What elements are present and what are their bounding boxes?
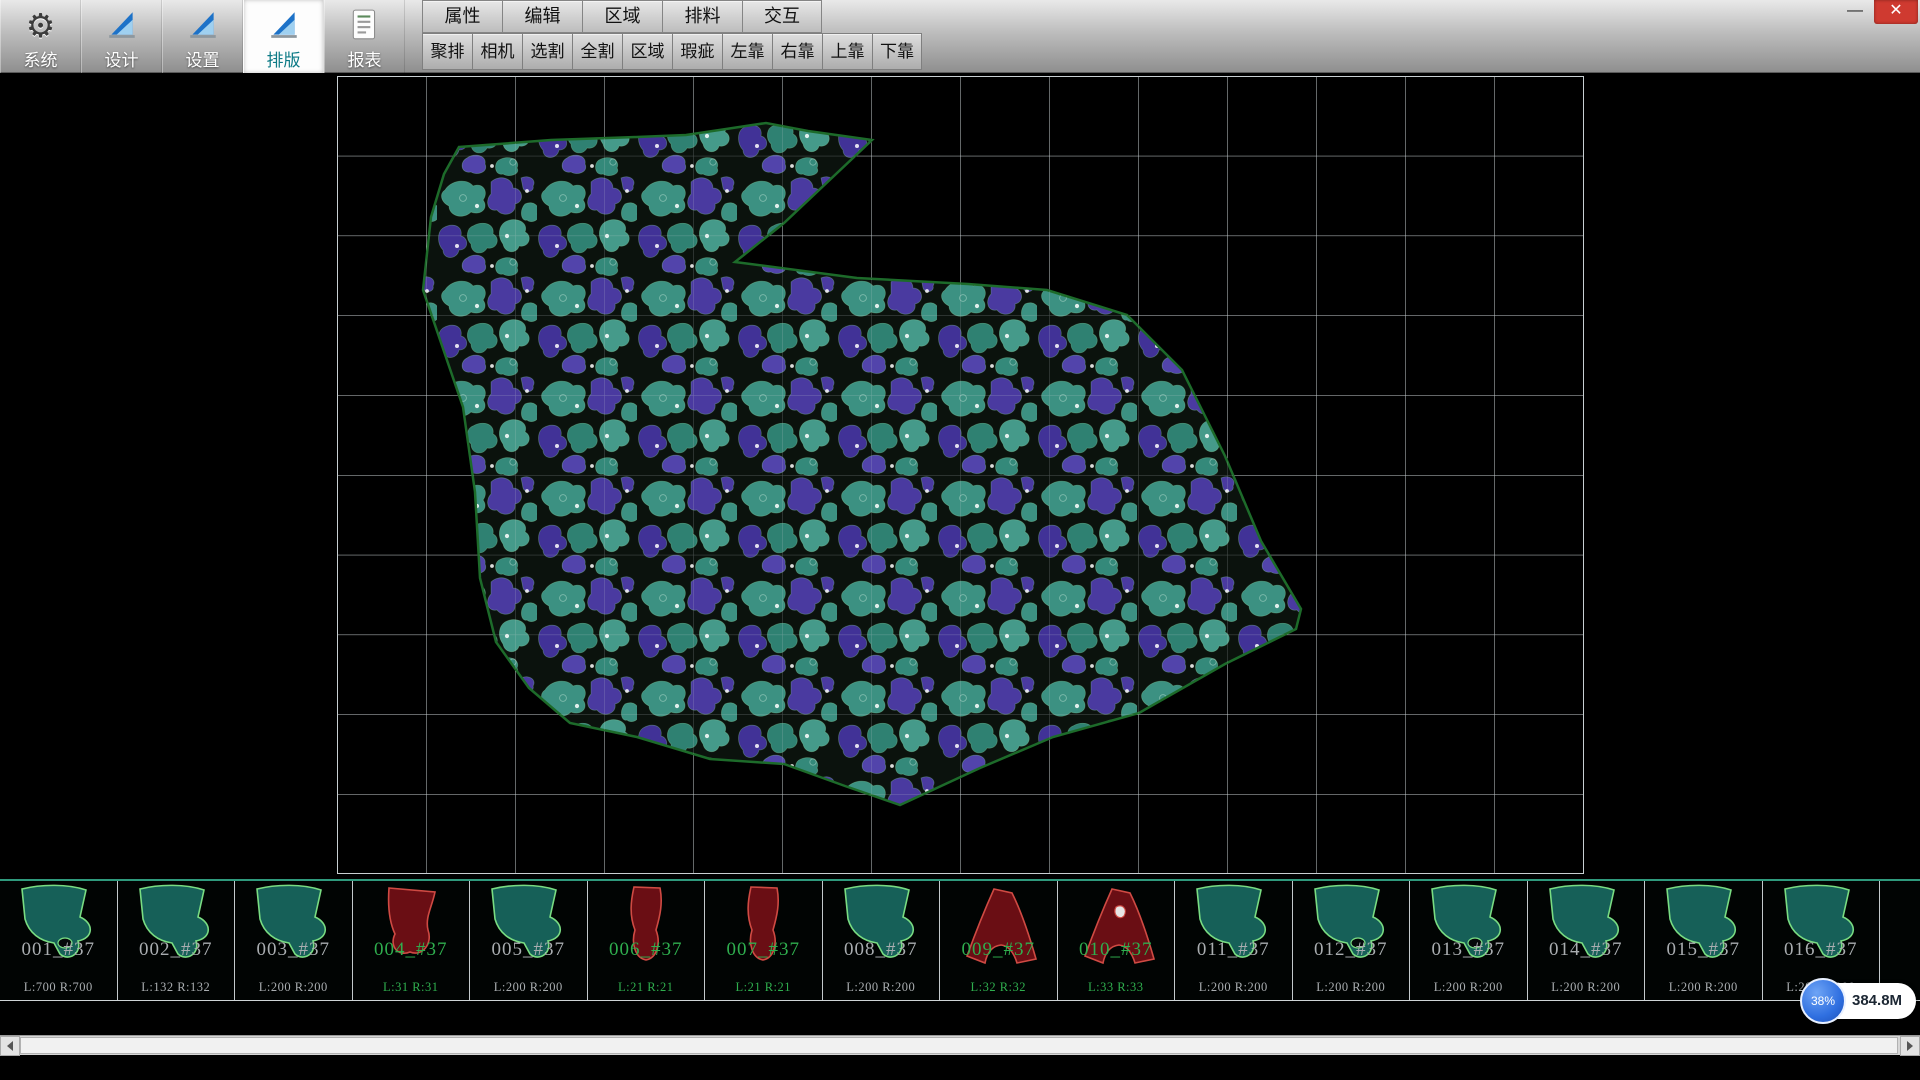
scroll-right-arrow[interactable] bbox=[1900, 1036, 1920, 1056]
piece-id: 015_#37 bbox=[1645, 939, 1762, 961]
piece-thumb[interactable]: 005_#37 L:200 R:200 bbox=[470, 881, 588, 1000]
piece-thumb[interactable]: 006_#37 L:21 R:21 bbox=[588, 881, 706, 1000]
scroll-left-arrow[interactable] bbox=[0, 1036, 20, 1056]
piece-id: 003_#37 bbox=[235, 939, 352, 961]
piece-id: 011_#37 bbox=[1175, 939, 1292, 961]
left-triangle-icon bbox=[7, 1041, 13, 1051]
piece-lr-count: L:200 R:200 bbox=[1175, 980, 1292, 995]
tool-button-row: 聚排相机选割全割区域瑕疵左靠右靠上靠下靠 bbox=[422, 33, 922, 70]
piece-thumb[interactable]: 014_#37 L:200 R:200 bbox=[1528, 881, 1646, 1000]
piece-thumb[interactable]: 013_#37 L:200 R:200 bbox=[1410, 881, 1528, 1000]
piece-thumb[interactable]: 015_#37 L:200 R:200 bbox=[1645, 881, 1763, 1000]
gear-icon: ⚙ bbox=[26, 9, 56, 42]
tool-button-cluster-nest[interactable]: 聚排 bbox=[422, 33, 472, 70]
tool-button-snap-up[interactable]: 上靠 bbox=[822, 33, 872, 70]
piece-id: 010_#37 bbox=[1058, 939, 1175, 961]
piece-lr-count: L:33 R:33 bbox=[1058, 980, 1175, 995]
piece-thumb[interactable]: 004_#37 L:31 R:31 bbox=[353, 881, 471, 1000]
piece-lr-count: L:21 R:21 bbox=[588, 980, 705, 995]
piece-id: 006_#37 bbox=[588, 939, 705, 961]
piece-id: 009_#37 bbox=[940, 939, 1057, 961]
piece-lr-count: L:200 R:200 bbox=[1410, 980, 1527, 995]
piece-id: 016_#37 bbox=[1763, 939, 1880, 961]
piece-thumb[interactable]: 008_#37 L:200 R:200 bbox=[823, 881, 941, 1000]
piece-lr-count: L:200 R:200 bbox=[1645, 980, 1762, 995]
horizontal-scrollbar[interactable] bbox=[0, 1035, 1920, 1055]
big-button-layout[interactable]: 排版 bbox=[243, 0, 324, 73]
piece-lr-count: L:21 R:21 bbox=[705, 980, 822, 995]
piece-id: 012_#37 bbox=[1293, 939, 1410, 961]
piece-lr-count: L:200 R:200 bbox=[823, 980, 940, 995]
pieces-strip: 001_#37L:700 R:700002_#37L:132 R:132003_… bbox=[0, 879, 1920, 1001]
tool-button-snap-right[interactable]: 右靠 bbox=[772, 33, 822, 70]
canvas-drawing bbox=[337, 76, 1584, 874]
piece-thumb[interactable]: 010_#37 L:33 R:33 bbox=[1058, 881, 1176, 1000]
memory-indicator: 384.8M 38% bbox=[1800, 978, 1918, 1024]
big-button-settings[interactable]: 设置 bbox=[162, 0, 243, 73]
right-triangle-icon bbox=[1907, 1041, 1913, 1051]
menu-tab-row: 属性编辑区域排料交互 bbox=[422, 0, 922, 33]
menu-tab-nesting[interactable]: 排料 bbox=[662, 0, 742, 33]
report-icon bbox=[349, 8, 381, 42]
piece-lr-count: L:200 R:200 bbox=[1528, 980, 1645, 995]
big-button-system[interactable]: ⚙ 系统 bbox=[0, 0, 81, 73]
menu-tab-properties[interactable]: 属性 bbox=[422, 0, 502, 33]
sail-icon bbox=[186, 8, 220, 42]
tool-button-camera[interactable]: 相机 bbox=[472, 33, 522, 70]
tool-button-zone[interactable]: 区域 bbox=[622, 33, 672, 70]
piece-id: 004_#37 bbox=[353, 939, 470, 961]
tool-button-snap-left[interactable]: 左靠 bbox=[722, 33, 772, 70]
piece-thumb[interactable]: 009_#37 L:32 R:32 bbox=[940, 881, 1058, 1000]
piece-lr-count: L:31 R:31 bbox=[353, 980, 470, 995]
menu-tab-interact[interactable]: 交互 bbox=[742, 0, 822, 33]
progress-circle: 38% bbox=[1800, 978, 1846, 1024]
sail-icon bbox=[105, 8, 139, 42]
piece-thumb[interactable]: 007_#37 L:21 R:21 bbox=[705, 881, 823, 1000]
tool-button-select-cut[interactable]: 选割 bbox=[522, 33, 572, 70]
piece-lr-count: L:700 R:700 bbox=[0, 980, 117, 995]
piece-lr-count: L:132 R:132 bbox=[118, 980, 235, 995]
piece-lr-count: L:200 R:200 bbox=[235, 980, 352, 995]
menu-tab-region[interactable]: 区域 bbox=[582, 0, 662, 33]
main-button-group: ⚙ 系统 设计 设置 排版 报表 bbox=[0, 0, 405, 73]
piece-thumb[interactable]: 002_#37 L:132 R:132 bbox=[118, 881, 236, 1000]
nesting-canvas[interactable] bbox=[0, 73, 1920, 879]
app-window: ⚙系统设计设置排版报表 属性编辑区域排料交互 聚排相机选割全割区域瑕疵左靠右靠上… bbox=[0, 0, 1920, 1080]
tool-button-cut-all[interactable]: 全割 bbox=[572, 33, 622, 70]
piece-thumb[interactable]: 001_#37 L:700 R:700 bbox=[0, 881, 118, 1000]
piece-id: 013_#37 bbox=[1410, 939, 1527, 961]
scrollbar-thumb[interactable] bbox=[20, 1037, 1898, 1054]
piece-thumb[interactable]: 003_#37 L:200 R:200 bbox=[235, 881, 353, 1000]
piece-id: 008_#37 bbox=[823, 939, 940, 961]
minimize-button[interactable]: — bbox=[1836, 0, 1874, 24]
big-button-label: 设置 bbox=[186, 46, 220, 71]
piece-id: 014_#37 bbox=[1528, 939, 1645, 961]
close-button[interactable]: ✕ bbox=[1874, 0, 1918, 24]
piece-id: 002_#37 bbox=[118, 939, 235, 961]
big-button-report[interactable]: 报表 bbox=[324, 0, 405, 73]
big-button-label: 报表 bbox=[348, 46, 382, 71]
toolbar: ⚙系统设计设置排版报表 属性编辑区域排料交互 聚排相机选割全割区域瑕疵左靠右靠上… bbox=[0, 0, 1920, 73]
piece-lr-count: L:200 R:200 bbox=[470, 980, 587, 995]
piece-lr-count: L:200 R:200 bbox=[1293, 980, 1410, 995]
piece-lr-count: L:32 R:32 bbox=[940, 980, 1057, 995]
tool-button-snap-down[interactable]: 下靠 bbox=[872, 33, 922, 70]
tool-button-defect[interactable]: 瑕疵 bbox=[672, 33, 722, 70]
piece-thumb[interactable]: 012_#37 L:200 R:200 bbox=[1293, 881, 1411, 1000]
sail-icon bbox=[267, 8, 301, 42]
menu-area: 属性编辑区域排料交互 聚排相机选割全割区域瑕疵左靠右靠上靠下靠 bbox=[422, 0, 922, 70]
big-button-label: 设计 bbox=[105, 46, 139, 71]
window-controls: — ✕ bbox=[1836, 0, 1918, 24]
piece-thumb[interactable]: 011_#37 L:200 R:200 bbox=[1175, 881, 1293, 1000]
big-button-label: 系统 bbox=[24, 46, 58, 71]
piece-id: 007_#37 bbox=[705, 939, 822, 961]
piece-id: 001_#37 bbox=[0, 939, 117, 961]
piece-id: 005_#37 bbox=[470, 939, 587, 961]
menu-tab-edit[interactable]: 编辑 bbox=[502, 0, 582, 33]
big-button-label: 排版 bbox=[267, 46, 301, 71]
big-button-design[interactable]: 设计 bbox=[81, 0, 162, 73]
